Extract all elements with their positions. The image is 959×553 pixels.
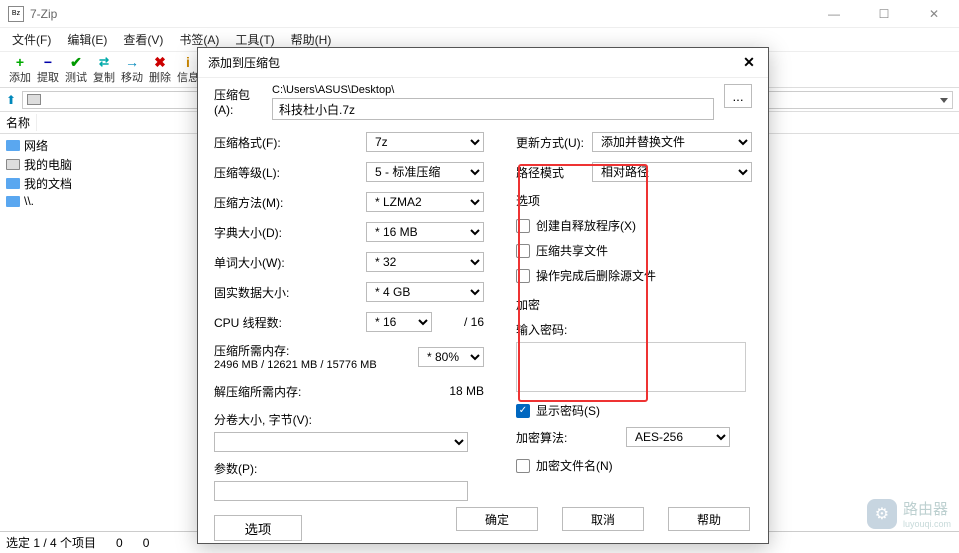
archive-name-input[interactable] [272, 98, 714, 120]
dialog-titlebar: 添加到压缩包 ✕ [198, 48, 768, 78]
delafter-label: 操作完成后删除源文件 [536, 267, 656, 284]
up-icon[interactable]: ⬆ [6, 93, 16, 107]
share-label: 压缩共享文件 [536, 242, 608, 259]
mem-compress-value: 2496 MB / 12621 MB / 15776 MB [214, 359, 418, 371]
pathmode-label: 路径模式 [516, 164, 592, 181]
col-name[interactable]: 名称 [0, 114, 37, 131]
mem-decompress-label: 解压缩所需内存: [214, 383, 449, 400]
tb-copy[interactable]: ⇄复制 [90, 55, 118, 85]
share-checkbox[interactable] [516, 244, 530, 258]
cancel-button[interactable]: 取消 [562, 507, 644, 531]
level-label: 压缩等级(L): [214, 164, 366, 181]
mem-pct-select[interactable]: * 80% [418, 347, 484, 367]
options-title: 选项 [516, 192, 752, 209]
archive-label: 压缩包(A): [214, 84, 262, 117]
tb-extract[interactable]: −提取 [34, 55, 62, 85]
status-selection: 选定 1 / 4 个项目 [6, 534, 96, 551]
app-icon: Bz [8, 6, 24, 22]
split-label: 分卷大小, 字节(V): [214, 411, 484, 428]
mem-decompress-value: 18 MB [449, 384, 484, 398]
params-input[interactable] [214, 481, 468, 501]
enc-method-select[interactable]: AES-256 [626, 427, 730, 447]
enc-names-checkbox[interactable] [516, 459, 530, 473]
showpw-label: 显示密码(S) [536, 402, 600, 419]
solid-label: 固实数据大小: [214, 284, 366, 301]
update-select[interactable]: 添加并替换文件 [592, 132, 752, 152]
tb-add[interactable]: +添加 [6, 55, 34, 85]
method-select[interactable]: * LZMA2 [366, 192, 484, 212]
minimize-button[interactable]: — [819, 4, 849, 24]
password-label: 输入密码: [516, 321, 752, 338]
password-input[interactable] [516, 342, 746, 392]
dialog-title: 添加到压缩包 [208, 54, 740, 71]
encryption-title: 加密 [516, 296, 752, 313]
mem-compress-label: 压缩所需内存: [214, 342, 418, 359]
computer-icon [6, 159, 20, 170]
threads-label: CPU 线程数: [214, 314, 366, 331]
router-icon: ⚙ [867, 499, 897, 529]
enc-names-label: 加密文件名(N) [536, 457, 613, 474]
pathmode-select[interactable]: 相对路径 [592, 162, 752, 182]
split-select[interactable] [214, 432, 468, 452]
computer-icon [27, 94, 41, 105]
delafter-checkbox[interactable] [516, 269, 530, 283]
tb-move[interactable]: →移动 [118, 55, 146, 85]
method-label: 压缩方法(M): [214, 194, 366, 211]
options-button[interactable]: 选项 [214, 515, 302, 541]
menu-bookmarks[interactable]: 书签(A) [171, 31, 227, 48]
update-label: 更新方式(U): [516, 134, 592, 151]
params-label: 参数(P): [214, 460, 484, 477]
sfx-label: 创建自释放程序(X) [536, 217, 636, 234]
sfx-checkbox[interactable] [516, 219, 530, 233]
tb-delete[interactable]: ✖删除 [146, 55, 174, 85]
format-select[interactable]: 7z [366, 132, 484, 152]
folder-icon [6, 140, 20, 151]
browse-button[interactable]: ... [724, 84, 752, 108]
threads-max: / 16 [440, 315, 484, 329]
format-label: 压缩格式(F): [214, 134, 366, 151]
level-select[interactable]: 5 - 标准压缩 [366, 162, 484, 182]
folder-icon [6, 178, 20, 189]
status-c1: 0 [116, 536, 123, 550]
word-select[interactable]: * 32 [366, 252, 484, 272]
menu-help[interactable]: 帮助(H) [283, 31, 340, 48]
watermark: ⚙ 路由器luyouqi.com [867, 498, 951, 529]
app-title: 7-Zip [30, 7, 819, 21]
menu-file[interactable]: 文件(F) [4, 31, 59, 48]
showpw-checkbox[interactable]: ✓ [516, 404, 530, 418]
menu-tools[interactable]: 工具(T) [227, 31, 282, 48]
dialog-close-button[interactable]: ✕ [740, 54, 758, 72]
threads-select[interactable]: * 16 [366, 312, 432, 332]
ok-button[interactable]: 确定 [456, 507, 538, 531]
menu-view[interactable]: 查看(V) [115, 31, 171, 48]
status-c2: 0 [143, 536, 150, 550]
archive-path: C:\Users\ASUS\Desktop\ [272, 84, 714, 96]
solid-select[interactable]: * 4 GB [366, 282, 484, 302]
tb-test[interactable]: ✔测试 [62, 55, 90, 85]
close-button[interactable]: ✕ [919, 4, 949, 24]
dict-label: 字典大小(D): [214, 224, 366, 241]
help-button[interactable]: 帮助 [668, 507, 750, 531]
menu-edit[interactable]: 编辑(E) [59, 31, 115, 48]
add-to-archive-dialog: 添加到压缩包 ✕ 压缩包(A): C:\Users\ASUS\Desktop\ … [197, 47, 769, 544]
dict-select[interactable]: * 16 MB [366, 222, 484, 242]
word-label: 单词大小(W): [214, 254, 366, 271]
maximize-button[interactable]: ☐ [869, 4, 899, 24]
main-titlebar: Bz 7-Zip — ☐ ✕ [0, 0, 959, 28]
folder-icon [6, 196, 20, 207]
enc-method-label: 加密算法: [516, 429, 626, 446]
